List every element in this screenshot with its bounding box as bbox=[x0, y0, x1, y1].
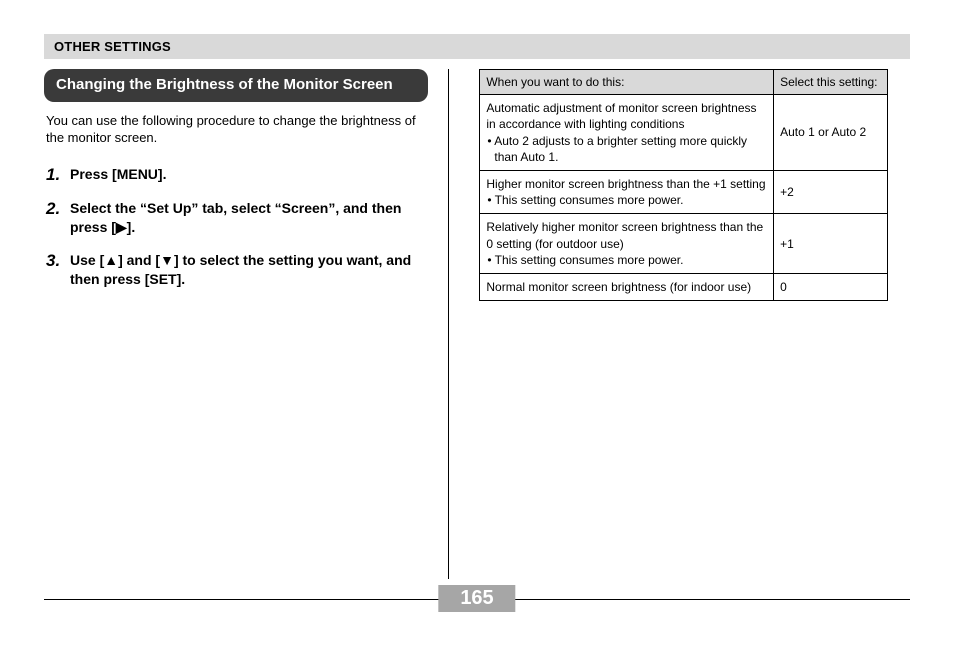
step-item: 2. Select the “Set Up” tab, select “Scre… bbox=[46, 199, 426, 237]
table-row: Automatic adjustment of monitor screen b… bbox=[480, 95, 888, 171]
table-cell-desc: Automatic adjustment of monitor screen b… bbox=[480, 95, 774, 171]
step-item: 1. Press [MENU]. bbox=[46, 165, 426, 185]
table-cell-desc: Higher monitor screen brightness than th… bbox=[480, 170, 774, 213]
table-cell-value: 0 bbox=[774, 273, 888, 300]
table-row: Normal monitor screen brightness (for in… bbox=[480, 273, 888, 300]
content-columns: Changing the Brightness of the Monitor S… bbox=[44, 69, 910, 579]
document-page: OTHER SETTINGS Changing the Brightness o… bbox=[0, 0, 954, 579]
cell-main-text: Relatively higher monitor screen brightn… bbox=[486, 220, 763, 250]
step-text: Select the “Set Up” tab, select “Screen”… bbox=[70, 199, 426, 237]
right-column: When you want to do this: Select this se… bbox=[455, 69, 888, 579]
step-number: 2. bbox=[46, 199, 70, 237]
table-header-right: Select this setting: bbox=[774, 70, 888, 95]
section-title: Changing the Brightness of the Monitor S… bbox=[44, 69, 428, 102]
table-header-left: When you want to do this: bbox=[480, 70, 774, 95]
cell-main-text: Higher monitor screen brightness than th… bbox=[486, 177, 765, 191]
table-row: Higher monitor screen brightness than th… bbox=[480, 170, 888, 213]
cell-bullet-text: • Auto 2 adjusts to a brighter setting m… bbox=[486, 133, 767, 165]
cell-bullet-text: • This setting consumes more power. bbox=[486, 252, 767, 268]
intro-text: You can use the following procedure to c… bbox=[46, 112, 426, 147]
table-cell-desc: Normal monitor screen brightness (for in… bbox=[480, 273, 774, 300]
cell-main-text: Automatic adjustment of monitor screen b… bbox=[486, 101, 756, 131]
column-divider bbox=[448, 69, 449, 579]
table-cell-desc: Relatively higher monitor screen brightn… bbox=[480, 214, 774, 274]
table-cell-value: +1 bbox=[774, 214, 888, 274]
table-row: Relatively higher monitor screen brightn… bbox=[480, 214, 888, 274]
step-item: 3. Use [▲] and [▼] to select the setting… bbox=[46, 251, 426, 289]
page-number: 165 bbox=[438, 585, 515, 612]
step-number: 1. bbox=[46, 165, 70, 185]
step-text: Use [▲] and [▼] to select the setting yo… bbox=[70, 251, 426, 289]
page-header: OTHER SETTINGS bbox=[44, 34, 910, 59]
step-number: 3. bbox=[46, 251, 70, 289]
table-cell-value: Auto 1 or Auto 2 bbox=[774, 95, 888, 171]
cell-bullet-text: • This setting consumes more power. bbox=[486, 192, 767, 208]
step-text: Press [MENU]. bbox=[70, 165, 166, 185]
cell-main-text: Normal monitor screen brightness (for in… bbox=[486, 280, 751, 294]
table-cell-value: +2 bbox=[774, 170, 888, 213]
left-column: Changing the Brightness of the Monitor S… bbox=[44, 69, 442, 579]
settings-table: When you want to do this: Select this se… bbox=[479, 69, 888, 301]
steps-list: 1. Press [MENU]. 2. Select the “Set Up” … bbox=[46, 165, 426, 289]
